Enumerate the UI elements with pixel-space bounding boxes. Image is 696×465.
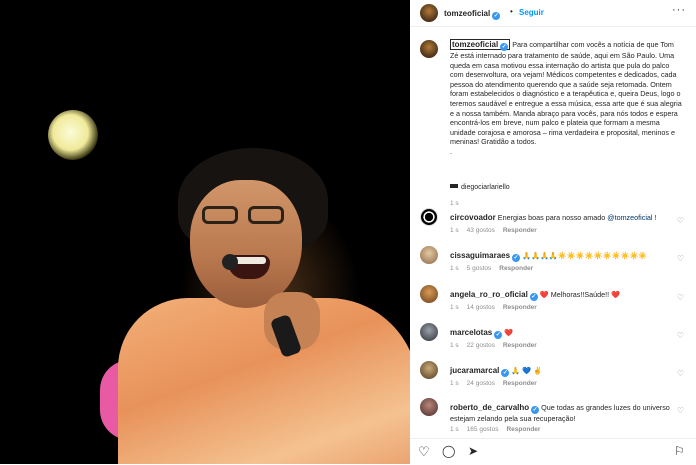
comment-icon[interactable]: ◯ bbox=[442, 444, 455, 458]
comment-time: 1 s bbox=[450, 227, 459, 234]
comment-username[interactable]: roberto_de_carvalho ✓ bbox=[450, 403, 540, 414]
verified-icon: ✓ bbox=[531, 406, 540, 414]
verified-icon: ✓ bbox=[492, 12, 501, 20]
save-icon[interactable]: ⚐ bbox=[674, 444, 685, 458]
verified-icon: ✓ bbox=[494, 331, 503, 339]
caption-avatar[interactable] bbox=[420, 40, 438, 58]
comment-likes[interactable]: 165 gostos bbox=[467, 426, 499, 433]
comment-time: 1 s bbox=[450, 380, 459, 387]
comment-time: 1 s bbox=[450, 265, 459, 272]
comment-item: jucaramarcal ✓ 🙏 💙 ✌️ 1 s 24 gostos Respond… bbox=[420, 361, 688, 401]
comment-username[interactable]: circovoador bbox=[450, 213, 496, 222]
like-comment-icon[interactable]: ♡ bbox=[677, 216, 684, 225]
comment-time: 1 s bbox=[450, 304, 459, 311]
comment-avatar[interactable] bbox=[420, 208, 438, 226]
comment-text: circovoador Energias boas para nosso ama… bbox=[450, 213, 657, 222]
like-comment-icon[interactable]: ♡ bbox=[677, 369, 684, 378]
like-comment-icon[interactable]: ♡ bbox=[677, 406, 684, 415]
more-options-icon[interactable]: ··· bbox=[672, 4, 686, 16]
comments-section[interactable]: tomzeoficial ✓ Para compartilhar com você… bbox=[410, 30, 696, 435]
stage-light bbox=[48, 110, 98, 160]
separator-dot: • bbox=[510, 7, 513, 16]
reply-button[interactable]: Responder bbox=[503, 380, 537, 387]
comment-likes[interactable]: 43 gostos bbox=[467, 227, 495, 234]
comment-meta: 1 s 165 gostos Responder bbox=[450, 426, 548, 433]
comment-item: circovoador Energias boas para nosso ama… bbox=[420, 208, 688, 248]
caption-tag[interactable]: diegociarlariello bbox=[450, 184, 510, 191]
comment-avatar[interactable] bbox=[420, 398, 438, 416]
comment-username[interactable]: cissaguimaraes ✓ bbox=[450, 251, 521, 262]
reply-button[interactable]: Responder bbox=[503, 227, 537, 234]
verified-icon: ✓ bbox=[500, 43, 509, 51]
tag-icon bbox=[450, 184, 458, 188]
verified-icon: ✓ bbox=[501, 369, 510, 377]
comment-time: 1 s bbox=[450, 426, 459, 433]
comment-likes[interactable]: 5 gostos bbox=[467, 265, 492, 272]
author-avatar[interactable] bbox=[420, 4, 438, 22]
like-comment-icon[interactable]: ♡ bbox=[677, 331, 684, 340]
author-username[interactable]: tomzeoficial ✓ bbox=[444, 9, 501, 20]
share-icon[interactable]: ➤ bbox=[468, 444, 478, 458]
comment-text: jucaramarcal ✓ 🙏 💙 ✌️ bbox=[450, 366, 543, 377]
photo-glasses bbox=[202, 206, 292, 228]
verified-icon: ✓ bbox=[512, 254, 521, 262]
post-photo[interactable] bbox=[0, 0, 410, 464]
comment-text: angela_ro_ro_oficial ✓ ❤️ Melhoras!!Saúde… bbox=[450, 290, 621, 301]
comment-avatar[interactable] bbox=[420, 361, 438, 379]
post-actions: ♡ ◯ ➤ ⚐ bbox=[410, 438, 696, 465]
like-icon[interactable]: ♡ bbox=[418, 444, 430, 460]
comment-meta: 1 s 43 gostos Responder bbox=[450, 227, 545, 234]
comment-item: angela_ro_ro_oficial ✓ ❤️ Melhoras!!Saúde… bbox=[420, 285, 688, 325]
caption-text: tomzeoficial ✓ Para compartilhar com você… bbox=[450, 39, 682, 156]
comment-item: roberto_de_carvalho ✓ Que todas as grande… bbox=[420, 398, 688, 435]
caption-username[interactable]: tomzeoficial ✓ bbox=[450, 39, 511, 51]
reply-button[interactable]: Responder bbox=[503, 304, 537, 311]
comment-item: marcelotas ✓ ❤️ 1 s 22 gostos Responder ♡ bbox=[420, 323, 688, 363]
photo-headset-mic bbox=[222, 254, 238, 270]
instagram-post-view: tomzeoficial ✓ • Seguir ··· tomzeoficial ✓… bbox=[0, 0, 696, 464]
post-header: tomzeoficial ✓ • Seguir ··· bbox=[410, 0, 696, 27]
verified-icon: ✓ bbox=[529, 293, 538, 301]
comment-avatar[interactable] bbox=[420, 246, 438, 264]
comment-time: 1 s bbox=[450, 342, 459, 349]
photo-face bbox=[190, 180, 302, 308]
comment-likes[interactable]: 14 gostos bbox=[467, 304, 495, 311]
comment-username[interactable]: angela_ro_ro_oficial ✓ bbox=[450, 290, 538, 301]
comment-meta: 1 s 14 gostos Responder bbox=[450, 304, 545, 311]
post-side-panel: tomzeoficial ✓ • Seguir ··· tomzeoficial ✓… bbox=[410, 0, 696, 464]
comment-meta: 1 s 22 gostos Responder bbox=[450, 342, 545, 349]
caption-timestamp: 1 s bbox=[450, 200, 459, 207]
comment-likes[interactable]: 22 gostos bbox=[467, 342, 495, 349]
like-comment-icon[interactable]: ♡ bbox=[677, 293, 684, 302]
comment-mention[interactable]: @tomzeoficial bbox=[607, 213, 652, 222]
reply-button[interactable]: Responder bbox=[499, 265, 533, 272]
comment-text: cissaguimaraes ✓ 🙏🙏🙏🙏☀️☀️☀️☀️☀️☀️☀️☀️☀️☀️ bbox=[450, 251, 648, 262]
comment-meta: 1 s 24 gostos Responder bbox=[450, 380, 545, 387]
comment-avatar[interactable] bbox=[420, 323, 438, 341]
comment-username[interactable]: jucaramarcal ✓ bbox=[450, 366, 510, 377]
comment-avatar[interactable] bbox=[420, 285, 438, 303]
comment-likes[interactable]: 24 gostos bbox=[467, 380, 495, 387]
comment-item: cissaguimaraes ✓ 🙏🙏🙏🙏☀️☀️☀️☀️☀️☀️☀️☀️☀️☀️… bbox=[420, 246, 688, 286]
reply-button[interactable]: Responder bbox=[506, 426, 540, 433]
comment-username[interactable]: marcelotas ✓ bbox=[450, 328, 503, 339]
comment-meta: 1 s 5 gostos Responder bbox=[450, 265, 541, 272]
comment-text: marcelotas ✓ ❤️ bbox=[450, 328, 514, 339]
reply-button[interactable]: Responder bbox=[503, 342, 537, 349]
like-comment-icon[interactable]: ♡ bbox=[677, 254, 684, 263]
follow-button[interactable]: Seguir bbox=[519, 8, 544, 17]
comment-text: roberto_de_carvalho ✓ Que todas as grande… bbox=[450, 403, 670, 423]
